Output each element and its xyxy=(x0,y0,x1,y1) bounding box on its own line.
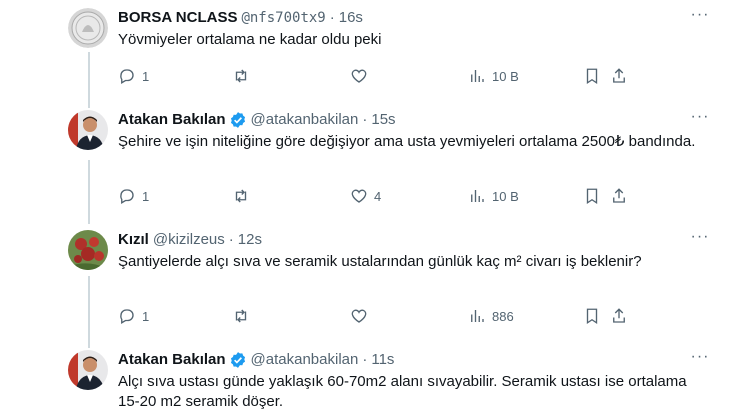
like-button[interactable] xyxy=(350,306,368,326)
tweet-text: Yövmiyeler ortalama ne kadar oldu peki xyxy=(118,31,382,48)
bookmark-button[interactable] xyxy=(583,306,601,326)
tweet-text: Şantiyelerde alçı sıva ve seramik ustala… xyxy=(118,253,642,270)
separator-dot: · xyxy=(228,231,234,248)
share-icon xyxy=(613,308,625,323)
views-bar-chart-icon xyxy=(471,190,484,202)
share-button[interactable] xyxy=(610,306,628,326)
avatar[interactable] xyxy=(68,230,108,270)
separator-dot: · xyxy=(362,111,368,128)
timestamp[interactable]: 12s xyxy=(238,230,262,250)
timestamp[interactable]: 11s xyxy=(371,350,394,370)
tweet[interactable]: Atakan Bakılan @atakanbakilan · 15s ··· … xyxy=(0,109,730,218)
user-handle[interactable]: @atakanbakilan xyxy=(251,350,359,370)
user-handle[interactable]: @nfs700tx9 xyxy=(241,8,325,28)
reply-icon xyxy=(120,69,134,84)
retweet-button[interactable] xyxy=(232,66,250,86)
reply-icon xyxy=(120,309,134,324)
tweet-header: BORSA NCLASS @nfs700tx9 · 16s xyxy=(118,8,710,28)
retweet-icon xyxy=(235,69,247,83)
tweet-header: Kızıl @kizilzeus · 12s xyxy=(118,230,710,250)
reply-icon xyxy=(120,189,134,204)
views-count: 886 xyxy=(492,308,514,324)
timestamp[interactable]: 15s xyxy=(371,110,395,130)
retweet-icon xyxy=(235,189,247,203)
share-icon xyxy=(613,68,625,83)
user-handle[interactable]: @atakanbakilan xyxy=(251,110,359,130)
bookmark-icon xyxy=(586,308,598,325)
display-name[interactable]: Atakan Bakılan xyxy=(118,110,226,130)
user-handle[interactable]: @kizilzeus xyxy=(153,230,225,250)
views-button[interactable]: 886 xyxy=(468,306,514,326)
tweet[interactable]: Kızıl @kizilzeus · 12s ··· Şantiyelerde … xyxy=(0,229,730,342)
action-bar: 1 4 10 B xyxy=(118,186,710,206)
timestamp[interactable]: 16s xyxy=(339,8,363,28)
tweet-header: Atakan Bakılan @atakanbakilan · 11s xyxy=(118,350,710,370)
like-count: 4 xyxy=(374,188,382,204)
display-name[interactable]: BORSA NCLASS xyxy=(118,8,237,28)
tweet-header: Atakan Bakılan @atakanbakilan · 15s xyxy=(118,110,710,130)
views-button[interactable]: 10 B xyxy=(468,66,519,86)
bookmark-icon xyxy=(586,188,598,205)
retweet-button[interactable] xyxy=(232,186,250,206)
views-count: 10 B xyxy=(492,188,519,204)
bookmark-icon xyxy=(586,68,598,85)
reply-count: 1 xyxy=(142,188,150,204)
reply-button[interactable]: 1 xyxy=(118,186,149,206)
more-dots-icon[interactable]: ··· xyxy=(690,109,710,130)
tweet[interactable]: Atakan Bakılan @atakanbakilan · 11s ··· … xyxy=(0,349,730,420)
action-bar: 1 886 xyxy=(118,306,710,326)
retweet-button[interactable] xyxy=(232,306,250,326)
like-button[interactable] xyxy=(350,66,368,86)
like-button[interactable]: 4 xyxy=(350,186,381,206)
heart-icon xyxy=(351,309,367,323)
avatar[interactable] xyxy=(68,8,108,48)
heart-icon xyxy=(351,69,367,83)
views-button[interactable]: 10 B xyxy=(468,186,519,206)
share-icon xyxy=(613,188,625,203)
more-dots-icon[interactable]: ··· xyxy=(690,349,710,370)
reply-count: 1 xyxy=(142,68,150,84)
retweet-icon xyxy=(235,309,247,323)
avatar[interactable] xyxy=(68,110,108,150)
tweet[interactable]: BORSA NCLASS @nfs700tx9 · 16s ··· Yövmiy… xyxy=(0,7,730,108)
heart-icon xyxy=(351,189,367,203)
reply-button[interactable]: 1 xyxy=(118,66,149,86)
separator-dot: · xyxy=(362,351,368,368)
reply-button[interactable]: 1 xyxy=(118,306,149,326)
reply-count: 1 xyxy=(142,308,150,324)
bookmark-button[interactable] xyxy=(583,186,601,206)
more-dots-icon[interactable]: ··· xyxy=(690,229,710,250)
views-bar-chart-icon xyxy=(471,70,484,82)
display-name[interactable]: Kızıl xyxy=(118,230,149,250)
views-bar-chart-icon xyxy=(471,310,484,322)
verified-badge-icon xyxy=(230,112,245,128)
separator-dot: · xyxy=(329,9,335,26)
display-name[interactable]: Atakan Bakılan xyxy=(118,350,226,370)
more-dots-icon[interactable]: ··· xyxy=(690,7,710,28)
verified-badge-icon xyxy=(230,352,245,368)
share-button[interactable] xyxy=(610,186,628,206)
tweet-text: Alçı sıva ustası günde yaklaşık 60-70m2 … xyxy=(118,373,687,410)
action-bar: 1 10 B xyxy=(118,66,710,86)
tweet-text: Şehire ve işin niteliğine göre değişiyor… xyxy=(118,133,696,150)
bookmark-button[interactable] xyxy=(583,66,601,86)
avatar[interactable] xyxy=(68,350,108,390)
views-count: 10 B xyxy=(492,68,519,84)
share-button[interactable] xyxy=(610,66,628,86)
